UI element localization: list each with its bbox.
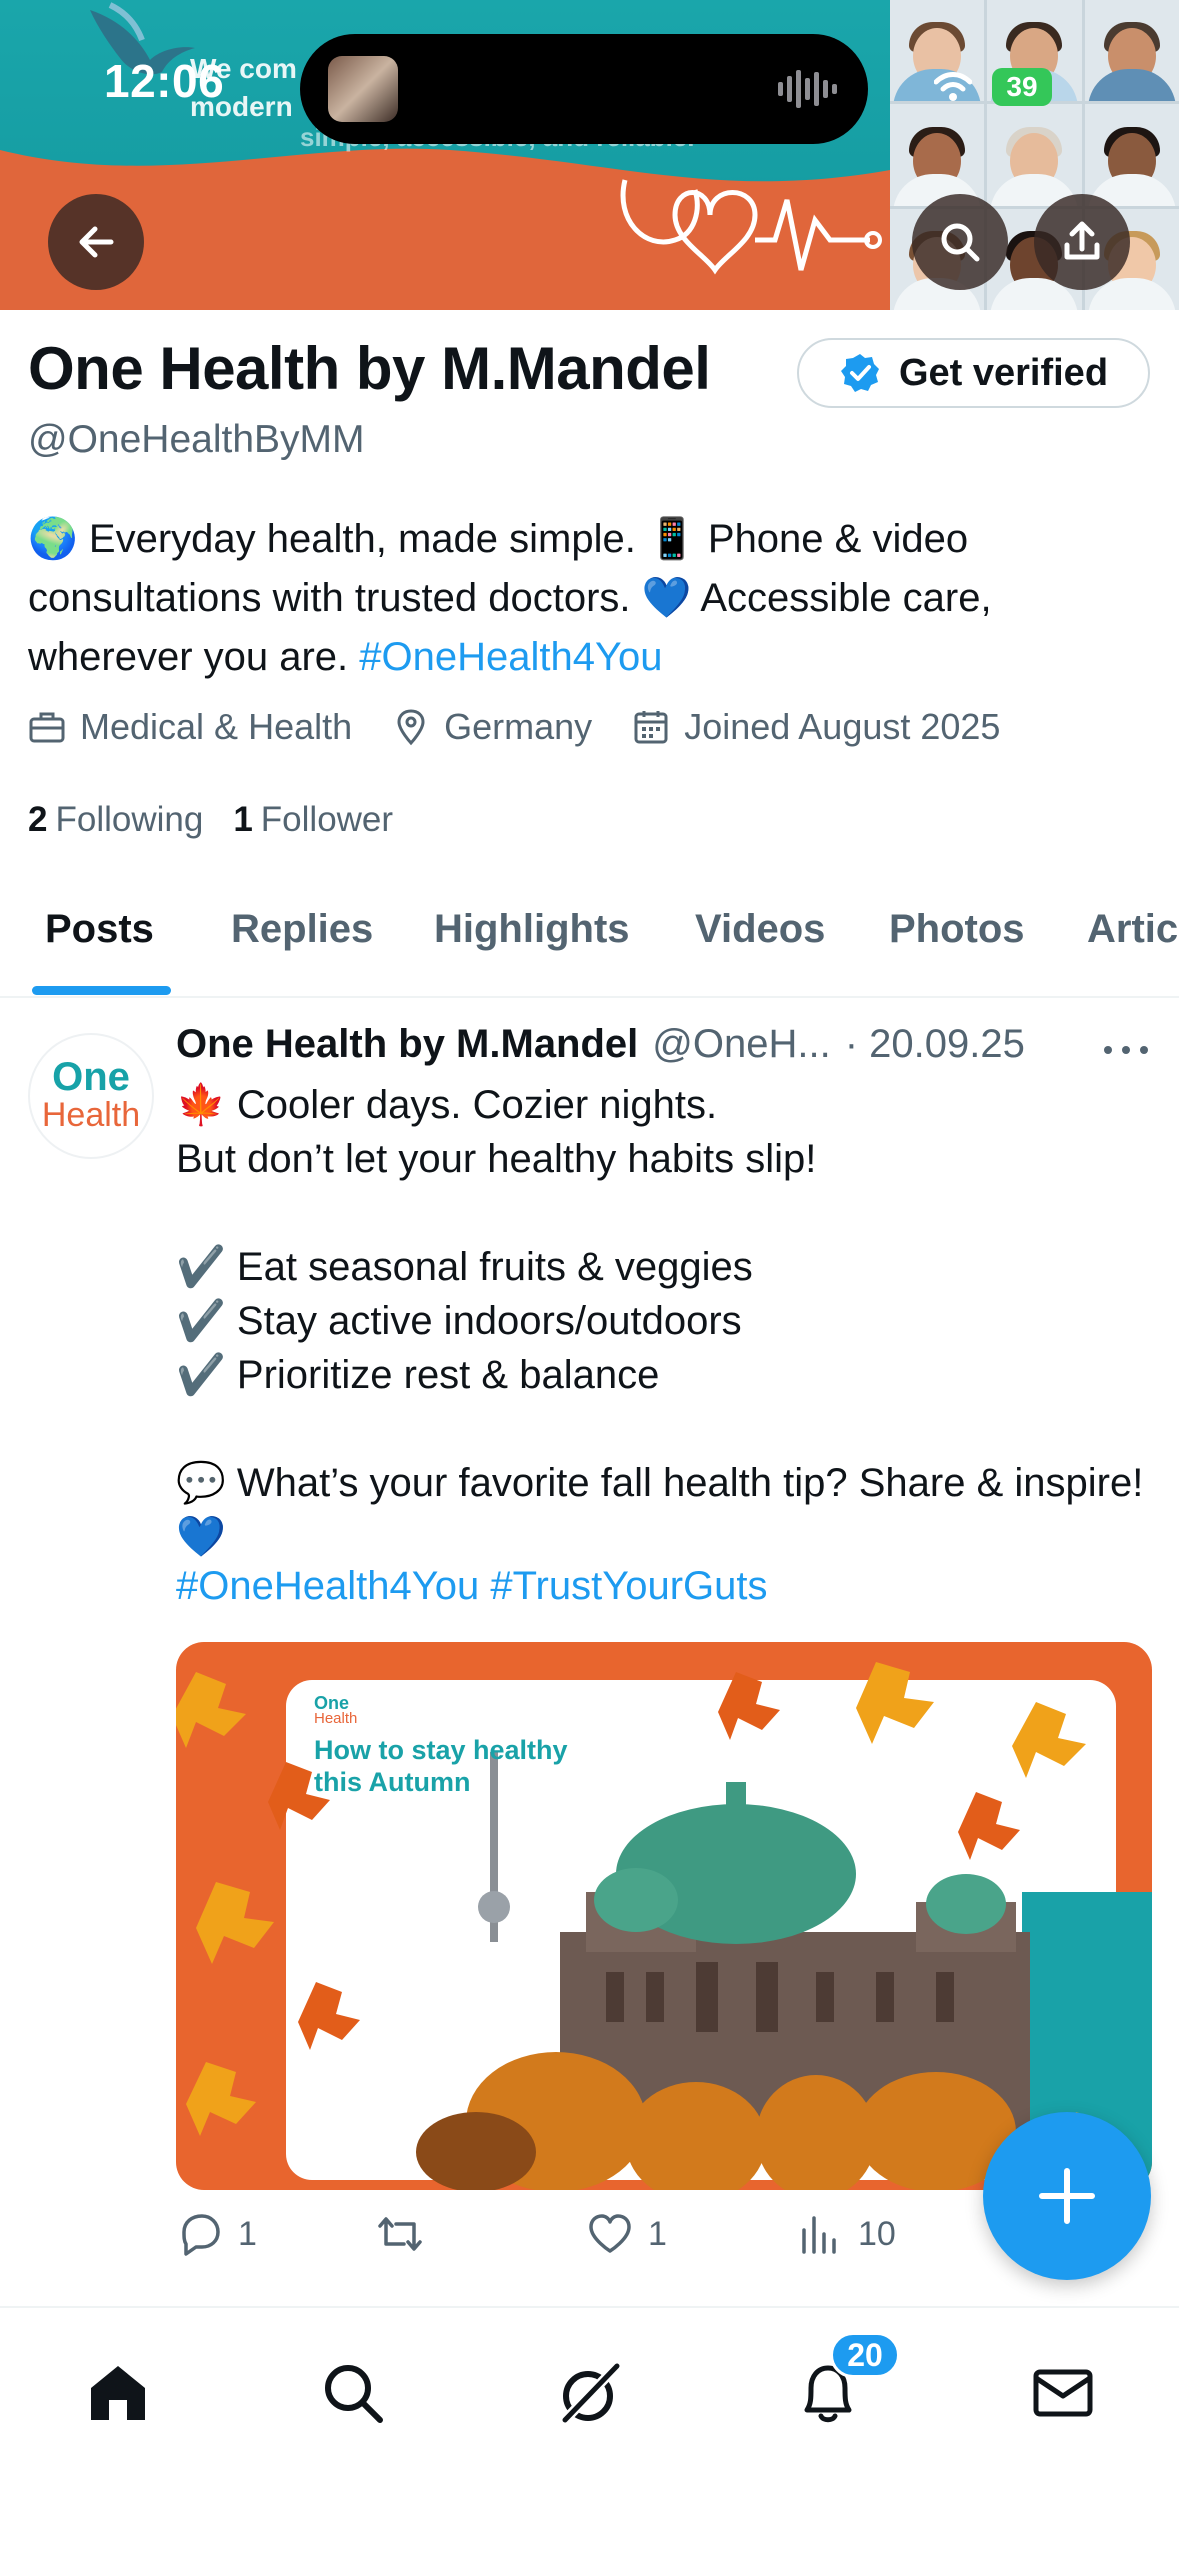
post-image-logo-sub: Health	[314, 1710, 358, 1727]
profile-location: Germany	[392, 706, 592, 748]
audio-waveform-icon	[778, 70, 837, 108]
views-button[interactable]: 10	[796, 2210, 896, 2258]
share-button[interactable]	[1034, 194, 1130, 290]
search-icon	[325, 2365, 383, 2423]
reply-icon	[182, 2214, 220, 2256]
post-timestamp[interactable]: · 20.09.25	[845, 1022, 1025, 1067]
post-avatar[interactable]: One Health	[28, 1033, 154, 1159]
active-tab-indicator	[32, 986, 171, 995]
status-time: 12:06	[104, 55, 225, 107]
home-icon	[91, 2366, 145, 2420]
compose-post-button[interactable]	[983, 2112, 1151, 2280]
search-icon	[941, 223, 980, 262]
nav-grok[interactable]	[545, 2348, 635, 2438]
following-link[interactable]: 2 Following	[28, 800, 203, 840]
followers-link[interactable]: 1 Follower	[233, 800, 393, 840]
back-button[interactable]	[48, 194, 144, 290]
wifi-icon	[934, 72, 972, 101]
views-chart-icon	[802, 2216, 836, 2254]
nav-explore[interactable]	[308, 2348, 398, 2438]
location-pin-icon	[397, 709, 425, 746]
bottom-navigation: 20	[0, 2306, 1179, 2556]
post-text: 🍁 Cooler days. Cozier nights. But don’t …	[176, 1083, 1144, 1559]
tab-replies[interactable]: Replies	[231, 890, 373, 996]
tab-highlights[interactable]: Highlights	[434, 890, 630, 996]
heart-icon	[589, 2214, 631, 2253]
tab-posts[interactable]: Posts	[45, 890, 154, 996]
calendar-icon	[634, 711, 668, 744]
post-hashtags[interactable]: #OneHealth4You #TrustYourGuts	[176, 1564, 768, 1609]
get-verified-label: Get verified	[898, 351, 1109, 394]
reply-button[interactable]: 1	[176, 2210, 257, 2258]
post-image[interactable]: One Health How to stay healthy this Autu…	[176, 1642, 1152, 2190]
plus-icon	[1039, 2168, 1095, 2224]
briefcase-icon	[29, 712, 65, 743]
repost-button[interactable]	[376, 2210, 438, 2258]
search-button[interactable]	[912, 194, 1008, 290]
profile-bio: 🌍 Everyday health, made simple. 📱 Phone …	[28, 510, 1148, 687]
profile-meta: Medical & Health Germany Joined August 2…	[28, 706, 1000, 748]
dynamic-island[interactable]	[300, 34, 868, 144]
tab-articles[interactable]: Artic	[1087, 890, 1178, 996]
like-button[interactable]: 1	[586, 2210, 667, 2258]
now-playing-thumbnail	[328, 56, 398, 122]
tab-photos[interactable]: Photos	[889, 890, 1025, 996]
profile-handle: @OneHealthByMM	[28, 418, 365, 461]
profile-category: Medical & Health	[28, 706, 352, 748]
follow-stats: 2 Following 1 Follower	[28, 800, 393, 840]
notifications-badge: 20	[830, 2332, 900, 2378]
grok-icon	[559, 2360, 623, 2426]
get-verified-button[interactable]: Get verified	[797, 338, 1150, 408]
post-author-name[interactable]: One Health by M.Mandel	[176, 1022, 638, 1067]
more-options-icon[interactable]	[1098, 1035, 1154, 1065]
nav-home[interactable]	[73, 2348, 163, 2438]
repost-icon	[378, 2217, 422, 2251]
post-author-handle[interactable]: @OneH...	[652, 1022, 830, 1067]
profile-name: One Health by M.Mandel	[28, 335, 711, 402]
tab-videos[interactable]: Videos	[695, 890, 825, 996]
share-icon	[1064, 221, 1100, 260]
arrow-left-icon	[79, 226, 114, 258]
bio-hashtag-link[interactable]: #OneHealth4You	[359, 635, 662, 679]
profile-joined-date: Joined August 2025	[632, 706, 1000, 748]
stethoscope-heartbeat-icon	[620, 179, 882, 275]
post-header: One Health by M.Mandel @OneH... · 20.09.…	[176, 1022, 1096, 1067]
mail-icon	[1033, 2369, 1093, 2417]
battery-indicator: 39	[992, 68, 1052, 106]
profile-tabs: Posts Replies Highlights Videos Photos A…	[0, 890, 1179, 998]
verified-badge-icon	[840, 354, 879, 392]
nav-messages[interactable]	[1018, 2348, 1108, 2438]
post-image-title: How to stay healthy this Autumn	[314, 1735, 568, 1797]
